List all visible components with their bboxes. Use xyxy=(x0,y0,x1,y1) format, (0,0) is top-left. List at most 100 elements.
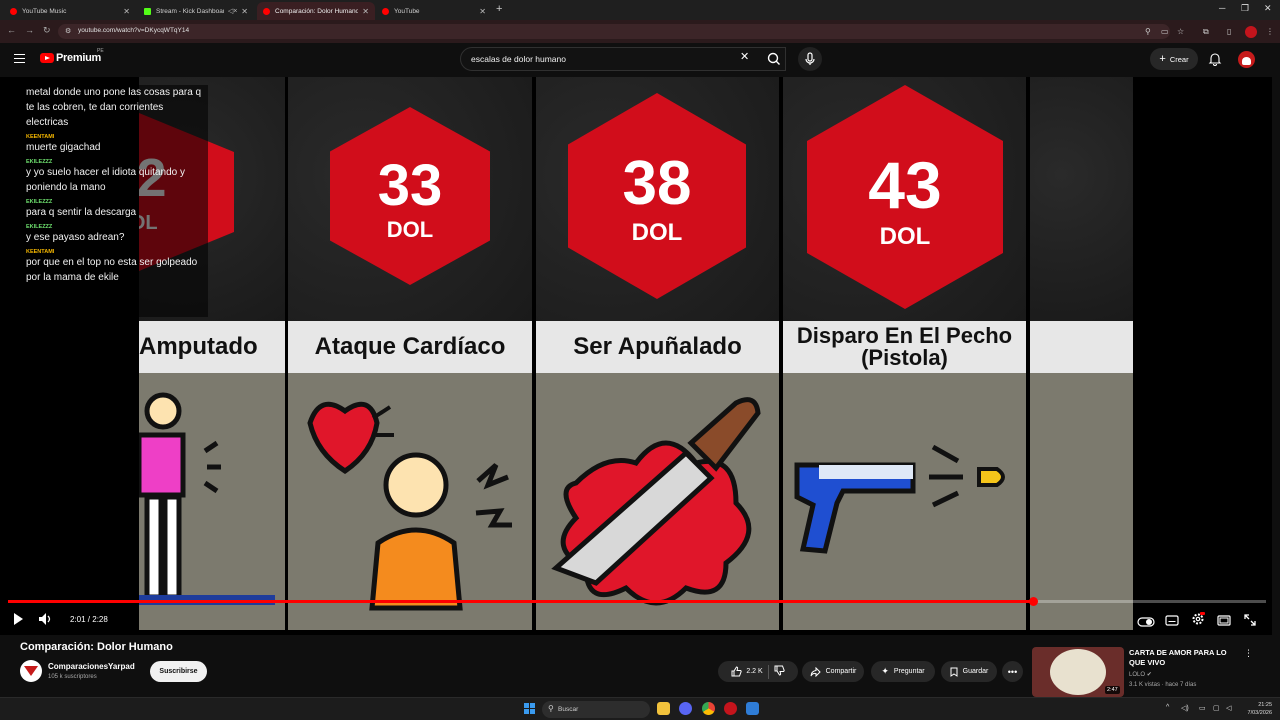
sidebar-icon[interactable]: ▯ xyxy=(1227,27,1231,36)
more-actions-button[interactable]: ••• xyxy=(1002,661,1023,682)
app-icon[interactable] xyxy=(746,702,759,715)
file-explorer-icon[interactable] xyxy=(657,702,670,715)
volume-icon xyxy=(39,613,51,625)
back-button[interactable]: ← xyxy=(7,25,16,35)
youtube-music-icon xyxy=(10,7,17,15)
close-icon[interactable]: ✕ xyxy=(362,7,369,16)
pain-label-text: Disparo En El Pecho (Pistola) xyxy=(796,323,1013,370)
tab-kick-dashboard[interactable]: Stream - Kick Dashboard ◁× ✕ xyxy=(138,2,254,20)
subscribe-button[interactable]: Suscribirse xyxy=(150,661,207,682)
share-button[interactable]: Compartir xyxy=(802,661,864,682)
like-button[interactable]: 2.2 K xyxy=(731,666,763,677)
taskbar-search[interactable]: ⚲ Buscar xyxy=(542,701,650,718)
create-button[interactable]: + Crear xyxy=(1150,48,1198,70)
cast-icon[interactable]: ▭ xyxy=(1161,27,1169,36)
verified-icon: ✔ xyxy=(1146,672,1152,678)
pain-label-text: Ataque Cardíaco xyxy=(314,333,506,360)
volume-tray-icon[interactable]: ◁) xyxy=(1181,704,1189,712)
browser-menu-icon[interactable]: ⋮ xyxy=(1266,27,1274,36)
youtube-logo-text[interactable]: Premium xyxy=(56,52,101,64)
browser-profile-icon[interactable] xyxy=(724,702,737,715)
sparkle-icon: ✦ xyxy=(881,666,889,676)
minimize-button[interactable]: ─ xyxy=(1219,3,1225,13)
video-time: 2:01 / 2:28 xyxy=(70,615,108,624)
user-avatar[interactable] xyxy=(1238,51,1255,68)
clear-search-icon[interactable]: ✕ xyxy=(740,50,749,63)
search-input[interactable]: escalas de dolor humano xyxy=(460,47,786,71)
notifications-bell-icon[interactable] xyxy=(1208,52,1222,66)
zoom-icon[interactable]: ⚲ xyxy=(1145,27,1151,36)
bookmark-star-icon[interactable]: ☆ xyxy=(1177,27,1184,36)
fullscreen-icon xyxy=(1244,614,1256,626)
thumbnail-art xyxy=(1050,649,1106,695)
chat-message: y yo suelo hacer el idiota quitando y po… xyxy=(26,167,185,193)
url-field[interactable]: ⚙ youtube.com/watch?v=DKycqWTqY14 xyxy=(58,24,1170,39)
close-window-button[interactable]: ✕ xyxy=(1264,3,1272,14)
play-button[interactable] xyxy=(12,612,24,631)
share-icon xyxy=(810,666,821,677)
pain-card-ser-apunalado: 38 DOL Ser Apuñalado xyxy=(536,77,779,630)
create-label: Crear xyxy=(1169,54,1189,64)
more-vertical-icon[interactable]: ⋮ xyxy=(1244,648,1253,659)
search-icon: ⚲ xyxy=(548,704,554,713)
pain-card-label: Ser Apuñalado xyxy=(536,321,779,373)
restore-button[interactable]: ❐ xyxy=(1241,3,1249,14)
video-scrubber-handle[interactable] xyxy=(1028,597,1038,606)
pain-card-label: Amputado xyxy=(139,321,285,373)
subtitles-button[interactable] xyxy=(1165,613,1179,631)
autoplay-toggle[interactable] xyxy=(1137,614,1155,632)
pain-card-label: Disparo En El Pecho (Pistola) xyxy=(783,321,1026,373)
tab-title: Stream - Kick Dashboard xyxy=(156,7,224,15)
close-icon[interactable]: ✕ xyxy=(479,7,486,16)
fullscreen-button[interactable] xyxy=(1244,613,1256,631)
thumbs-up-icon xyxy=(731,666,742,677)
settings-button[interactable] xyxy=(1191,612,1205,631)
youtube-icon xyxy=(263,7,270,15)
channel-name[interactable]: ComparacionesYarpad xyxy=(48,662,135,671)
display-tray-icon[interactable]: ▭ xyxy=(1199,704,1206,712)
video-progress-bar[interactable] xyxy=(8,597,1266,606)
browser-profile-avatar[interactable] xyxy=(1245,26,1257,38)
discord-icon[interactable] xyxy=(679,702,692,715)
youtube-icon xyxy=(382,7,389,15)
recommended-video-meta: 3.1 K vistas · hace 7 días xyxy=(1129,682,1197,688)
tab-comparacion-dolor-humano[interactable]: Comparación: Dolor Humano ✕ xyxy=(257,2,375,20)
volume-button[interactable] xyxy=(38,612,54,631)
mute-icon[interactable]: ◁× xyxy=(228,7,237,15)
player-controls: 2:01 / 2:28 xyxy=(0,607,1272,633)
speaker-tray-icon[interactable]: ◁ xyxy=(1226,704,1231,712)
pain-score-unit: DOL xyxy=(386,217,434,242)
country-code: PE xyxy=(97,48,104,54)
video-player[interactable]: 32 DOL Amputado 33 DOL Ataque xyxy=(0,77,1272,635)
recommended-channel-name[interactable]: LOLO xyxy=(1129,672,1145,678)
site-info-icon[interactable]: ⚙ xyxy=(65,27,71,35)
recommended-video-title[interactable]: CARTA DE AMOR PARA LO QUE VIVO xyxy=(1129,648,1241,668)
youtube-logo-icon[interactable] xyxy=(40,53,54,63)
tab-youtube[interactable]: YouTube ✕ xyxy=(376,2,492,20)
url-text: youtube.com/watch?v=DKycqWTqY14 xyxy=(78,27,190,34)
plus-icon: + xyxy=(1159,53,1166,65)
channel-avatar[interactable] xyxy=(20,660,42,682)
search-button[interactable] xyxy=(760,47,788,71)
reload-button[interactable]: ↻ xyxy=(43,25,51,36)
windows-start-icon[interactable] xyxy=(524,703,535,714)
save-button[interactable]: Guardar xyxy=(941,661,997,682)
dislike-button[interactable] xyxy=(774,665,785,678)
close-icon[interactable]: ✕ xyxy=(123,7,130,16)
search-icon xyxy=(767,52,780,65)
voice-search-button[interactable] xyxy=(798,47,822,71)
hamburger-menu-icon[interactable] xyxy=(14,54,25,63)
chrome-icon[interactable] xyxy=(702,702,715,715)
new-tab-button[interactable]: + xyxy=(496,3,502,15)
forward-button[interactable]: → xyxy=(25,25,34,35)
extensions-icon[interactable]: ⧉ xyxy=(1203,27,1209,37)
subscriber-count: 105 k suscriptores xyxy=(48,674,97,680)
theater-mode-button[interactable] xyxy=(1217,613,1231,631)
network-tray-icon[interactable]: ▢ xyxy=(1213,704,1220,712)
tab-youtube-music[interactable]: YouTube Music ✕ xyxy=(4,2,136,20)
system-clock[interactable]: 21:25 7/03/2026 xyxy=(1240,701,1272,717)
close-icon[interactable]: ✕ xyxy=(241,7,248,16)
tray-overflow-icon[interactable]: ^ xyxy=(1166,704,1169,711)
ask-button[interactable]: ✦ Preguntar xyxy=(871,661,935,682)
pain-card-ataque-cardiaco: 33 DOL Ataque Cardíaco xyxy=(288,77,532,630)
